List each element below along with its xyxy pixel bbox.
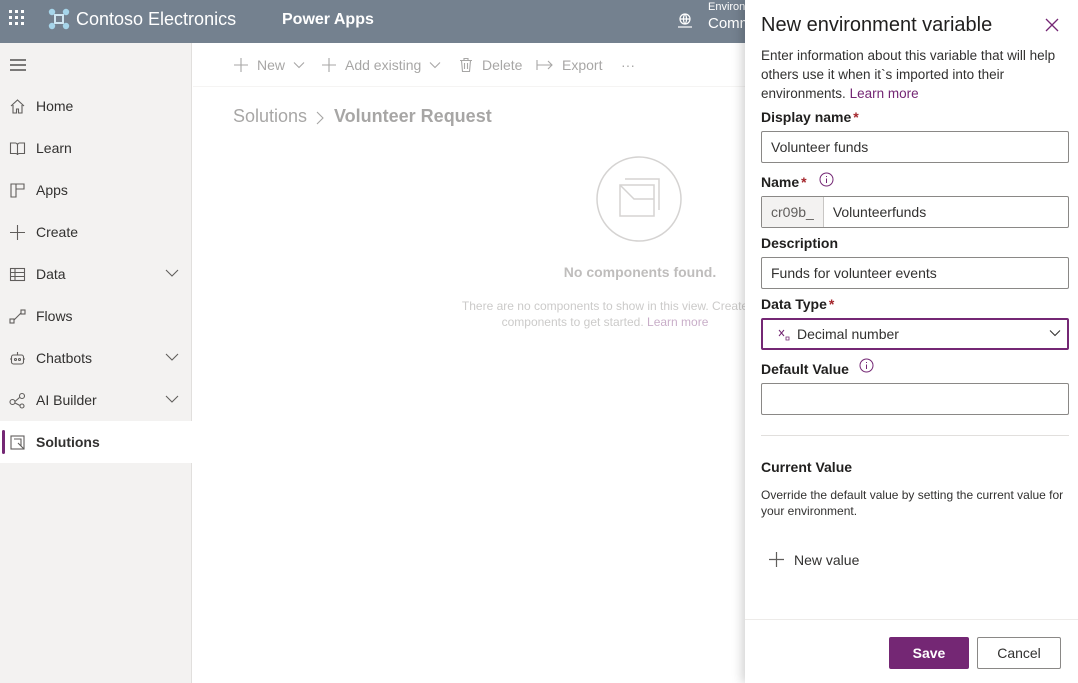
left-navigation: Home Learn Apps Create Data Flows Chatbo… <box>0 43 192 683</box>
nav-item-create[interactable]: Create <box>0 211 192 253</box>
hamburger-menu-icon[interactable] <box>9 58 27 72</box>
home-icon <box>10 99 25 114</box>
current-value-title: Current Value <box>761 459 853 475</box>
nav-label: Chatbots <box>36 350 93 366</box>
modal-overlay[interactable] <box>193 43 745 683</box>
nav-item-data[interactable]: Data <box>0 253 192 295</box>
panel-learn-more-link[interactable]: Learn more <box>850 86 919 101</box>
bot-icon <box>10 352 25 365</box>
chevron-down-icon[interactable] <box>165 352 179 362</box>
ai-icon <box>9 392 26 409</box>
display-name-label: Display name * <box>761 109 859 125</box>
nav-label: Apps <box>36 182 68 198</box>
book-icon <box>9 142 26 156</box>
name-field[interactable]: cr09b_ Volunteerfunds <box>761 196 1069 228</box>
nav-item-home[interactable]: Home <box>0 85 192 127</box>
nav-item-chatbots[interactable]: Chatbots <box>0 337 192 379</box>
nav-item-apps[interactable]: Apps <box>0 169 192 211</box>
required-marker: * <box>801 174 807 190</box>
description-label-text: Description <box>761 235 839 251</box>
nav-label: Solutions <box>36 434 100 450</box>
nav-item-learn[interactable]: Learn <box>0 127 192 169</box>
default-value-label: Default Value <box>761 361 849 377</box>
default-value-label-text: Default Value <box>761 361 849 377</box>
name-prefix: cr09b_ <box>762 197 824 227</box>
display-name-label-text: Display name <box>761 109 852 125</box>
contoso-logo-icon <box>48 8 70 30</box>
nav-label: Create <box>36 224 79 240</box>
brand-name[interactable]: Contoso Electronics <box>76 9 236 30</box>
description-value: Funds for volunteer events <box>771 265 937 281</box>
required-marker: * <box>853 109 859 125</box>
decimal-number-icon <box>778 329 790 341</box>
nav-label: Home <box>36 98 74 114</box>
section-divider <box>761 435 1069 436</box>
cancel-button[interactable]: Cancel <box>977 637 1061 669</box>
environment-label: Environ <box>708 1 746 13</box>
chevron-down-icon[interactable] <box>165 268 179 278</box>
new-value-label: New value <box>794 551 860 568</box>
panel-title: New environment variable <box>761 14 993 36</box>
required-marker: * <box>828 296 835 312</box>
data-type-label: Data Type * <box>761 296 834 312</box>
chevron-down-icon[interactable] <box>165 394 179 404</box>
plus-icon <box>769 552 784 567</box>
app-launcher-icon[interactable] <box>9 10 25 26</box>
data-type-label-text: Data Type <box>761 296 827 312</box>
data-type-select[interactable]: Decimal number <box>761 318 1069 350</box>
nav-item-ai-builder[interactable]: AI Builder <box>0 379 192 421</box>
new-environment-variable-panel: New environment variable Enter informati… <box>745 0 1078 683</box>
solutions-icon <box>10 435 25 450</box>
name-value: Volunteerfunds <box>832 204 927 220</box>
description-field[interactable]: Funds for volunteer events <box>761 257 1069 289</box>
name-label: Name * <box>761 174 807 190</box>
table-icon <box>9 267 26 282</box>
apps-icon <box>10 183 25 198</box>
plus-icon <box>10 225 25 240</box>
nav-item-solutions[interactable]: Solutions <box>0 421 192 463</box>
default-value-field[interactable] <box>761 383 1069 415</box>
nav-label: Data <box>36 266 66 282</box>
current-value-description: Override the default value by setting th… <box>761 488 1064 518</box>
name-label-text: Name <box>761 174 800 190</box>
new-value-button[interactable]: New value <box>768 551 859 568</box>
app-name[interactable]: Power Apps <box>282 11 374 29</box>
display-name-field[interactable]: Volunteer funds <box>761 131 1069 163</box>
info-icon[interactable] <box>819 172 834 187</box>
save-button[interactable]: Save <box>889 637 969 669</box>
nav-label: Flows <box>36 308 73 324</box>
description-label: Description <box>761 235 838 251</box>
flow-icon <box>9 309 26 324</box>
panel-intro: Enter information about this variable th… <box>761 46 1061 103</box>
footer-divider <box>745 619 1078 620</box>
nav-label: AI Builder <box>36 392 97 408</box>
close-icon[interactable] <box>1044 17 1060 33</box>
info-icon[interactable] <box>859 358 874 373</box>
chevron-down-icon <box>1049 330 1061 337</box>
environment-icon <box>678 13 692 28</box>
display-name-value: Volunteer funds <box>771 139 869 155</box>
nav-label: Learn <box>36 140 72 156</box>
data-type-value: Decimal number <box>797 326 899 342</box>
nav-item-flows[interactable]: Flows <box>0 295 192 337</box>
